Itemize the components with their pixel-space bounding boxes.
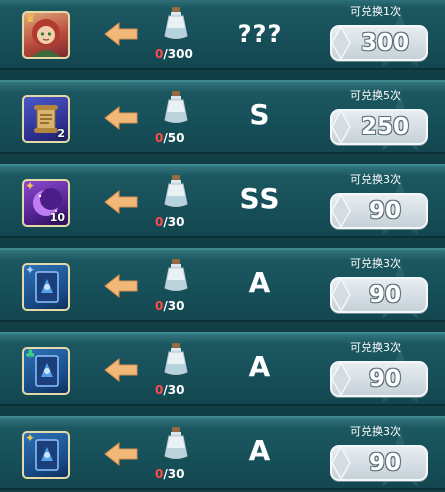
left-arrow-icon: [104, 190, 138, 214]
exchange-button[interactable]: 300: [330, 25, 428, 61]
exchange-row[interactable]: ★ ✦ 0/30 A 可兑换3次 9: [0, 416, 445, 490]
star-badge-icon: ✦: [25, 179, 36, 193]
exchange-button[interactable]: 90: [330, 445, 428, 481]
potion-bottle-icon: [164, 343, 188, 375]
exchange-row[interactable]: ★ ♣ 0/30 A 可兑换3次 9: [0, 332, 445, 406]
progress-text: 0/300: [155, 47, 193, 61]
left-arrow-icon: [104, 358, 138, 382]
clover-badge-icon: ♣: [25, 347, 36, 361]
grade-label: ???: [237, 20, 283, 48]
exchange-list: ★ ♛ 0/300 ??? 可兑换1次: [0, 0, 445, 492]
reward-item[interactable]: ✦: [22, 431, 70, 479]
exchange-limit-text: 可兑换3次: [350, 425, 401, 438]
progress-text: 0/30: [155, 383, 185, 397]
exchange-limit-text: 可兑换3次: [350, 257, 401, 270]
left-arrow-icon: [104, 442, 138, 466]
exchange-row[interactable]: ★ 2 0/50 S 可兑换5次: [0, 80, 445, 154]
progress-text: 0/30: [155, 299, 185, 313]
exchange-button[interactable]: 90: [330, 361, 428, 397]
left-arrow-icon: [104, 106, 138, 130]
price-label: 250: [360, 114, 409, 140]
left-arrow-icon: [104, 22, 138, 46]
star-badge-icon: ✦: [25, 431, 36, 445]
exchange-button[interactable]: 90: [330, 277, 428, 313]
grade-label: A: [248, 434, 272, 467]
potion-bottle-icon: [164, 7, 188, 39]
left-arrow-icon: [104, 274, 138, 298]
exchange-limit-text: 可兑换3次: [350, 173, 401, 186]
potion-bottle-icon: [164, 259, 188, 291]
potion-bottle-icon: [164, 175, 188, 207]
price-label: 300: [360, 30, 409, 56]
reward-item[interactable]: ♣: [22, 347, 70, 395]
price-label: 90: [368, 366, 401, 392]
exchange-row[interactable]: ★ ♛ 0/300 ??? 可兑换1次: [0, 0, 445, 70]
reward-item[interactable]: ✦: [22, 263, 70, 311]
star-badge-icon: ✦: [25, 263, 36, 277]
progress-text: 0/50: [155, 131, 185, 145]
exchange-button[interactable]: 90: [330, 193, 428, 229]
grade-label: S: [249, 98, 271, 131]
progress-text: 0/30: [155, 215, 185, 229]
grade-label: A: [248, 266, 272, 299]
exchange-limit-text: 可兑换1次: [350, 5, 401, 18]
potion-bottle-icon: [164, 427, 188, 459]
grade-label: SS: [239, 182, 281, 215]
grade-label: A: [248, 350, 272, 383]
reward-item[interactable]: 2: [22, 95, 70, 143]
price-label: 90: [368, 198, 401, 224]
price-label: 90: [368, 282, 401, 308]
exchange-limit-text: 可兑换3次: [350, 341, 401, 354]
progress-text: 0/30: [155, 467, 185, 481]
potion-bottle-icon: [164, 91, 188, 123]
crown-icon: ♛: [25, 11, 36, 25]
item-count: 2: [57, 127, 65, 140]
reward-item[interactable]: ♛: [22, 11, 70, 59]
reward-item[interactable]: ✦ 10: [22, 179, 70, 227]
price-label: 90: [368, 450, 401, 476]
exchange-limit-text: 可兑换5次: [350, 89, 401, 102]
exchange-button[interactable]: 250: [330, 109, 428, 145]
item-count: 10: [49, 211, 65, 224]
exchange-row[interactable]: ★ ✦ 10 0/30 SS 可兑换3次: [0, 164, 445, 238]
exchange-row[interactable]: ★ ✦ 0/30 A 可兑换3次 9: [0, 248, 445, 322]
